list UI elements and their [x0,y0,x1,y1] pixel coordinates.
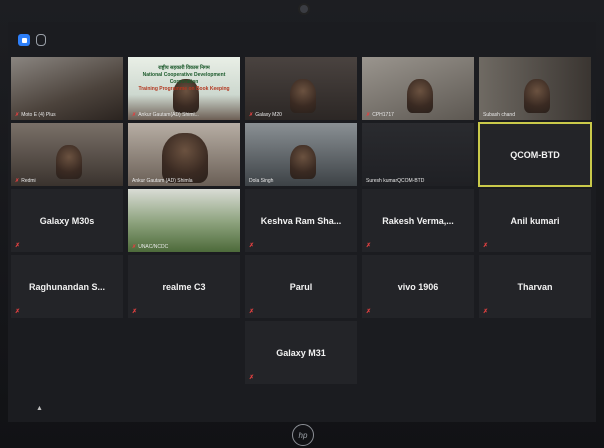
banner-line: Training Programme on Book Keeping [138,86,230,92]
participant-tile[interactable]: Raghunandan S... ✗ [10,254,124,319]
muted-mic-icon: ✗ [132,244,137,250]
participant-label: ✗ UNAC/NCDC [132,244,168,250]
participant-tile[interactable]: Dola Singh [244,122,358,187]
participant-tile[interactable]: ✗ UNAC/NCDC [127,188,241,253]
muted-mic-icon: ✗ [249,309,255,315]
participant-tile[interactable]: vivo 1906 ✗ [361,254,475,319]
participant-tile[interactable]: ✗ Redmi [10,122,124,187]
participant-label: ✗ Redmi [15,178,36,184]
muted-mic-icon: ✗ [15,309,21,315]
participant-label: ✗ CPH1717 [366,112,394,118]
top-controls [18,34,46,46]
banner-line: राष्ट्रीय सहकारी विकास निगम [158,65,210,71]
laptop-bezel: ✗ Moto E (4) Plus राष्ट्रीय सहकारी विकास न… [0,0,604,448]
muted-mic-icon: ✗ [366,112,371,118]
participant-label-text: Subash chand [483,112,515,118]
muted-mic-icon: ✗ [249,243,255,249]
meeting-screen: ✗ Moto E (4) Plus राष्ट्रीय सहकारी विकास न… [8,22,596,422]
participant-label: Suresh kumarQCOM-BTD [366,178,424,184]
participant-video [245,123,357,186]
participant-video [128,123,240,186]
participant-label-text: Ankur Gautam (AD) Shimla [132,178,193,184]
mouse-cursor: ▲ [36,405,43,412]
participant-tile[interactable]: ✗ CPH1717 [361,56,475,121]
participant-name: Tharvan [517,281,553,292]
participant-label: Ankur Gautam (AD) Shimla [132,178,193,184]
participant-figure [56,145,82,179]
muted-mic-icon: ✗ [132,112,137,118]
muted-mic-icon: ✗ [366,309,372,315]
banner: राष्ट्रीय सहकारी विकास निगम National Coop… [136,65,232,93]
participant-name: Anil kumari [510,215,560,226]
participant-name: Raghunandan S... [28,281,105,292]
participant-figure [290,145,316,179]
participant-video [362,123,474,186]
muted-mic-icon: ✗ [366,243,372,249]
participant-label-text: Redmi [21,178,36,184]
participant-name: realme C3 [162,281,206,292]
participant-label-text: UNAC/NCDC [138,244,169,250]
participant-label-text: Moto E (4) Plus [21,112,56,118]
participant-tile[interactable]: राष्ट्रीय सहकारी विकास निगम National Coop… [127,56,241,121]
participant-tile[interactable]: Keshva Ram Sha... ✗ [244,188,358,253]
participant-name: vivo 1906 [397,281,439,292]
muted-mic-icon: ✗ [483,243,489,249]
participant-label: ✗ Galaxy M20 [249,112,282,118]
participant-name: Parul [289,281,313,292]
participant-name: Rakesh Verma,... [382,215,454,226]
participant-tile[interactable]: Galaxy M30s ✗ [10,188,124,253]
participant-tile[interactable]: QCOM-BTD [478,122,592,187]
participant-video [11,123,123,186]
muted-mic-icon: ✗ [249,112,254,118]
participant-tile[interactable]: ✗ Moto E (4) Plus [10,56,124,121]
participant-name: Keshva Ram Sha... [260,215,342,226]
muted-mic-icon: ✗ [15,243,21,249]
participant-name: QCOM-BTD [510,149,560,160]
participant-label: ✗ Ankur Gautam(AD) Shiml... [132,112,199,118]
participant-video [11,57,123,120]
participant-tile[interactable]: Tharvan ✗ [478,254,592,319]
muted-mic-icon: ✗ [132,309,138,315]
participant-label-text: Suresh kumarQCOM-BTD [366,178,425,184]
hp-logo-icon: hp [292,424,314,446]
participant-tile[interactable]: Anil kumari ✗ [478,188,592,253]
participant-figure [524,79,550,113]
muted-mic-icon: ✗ [15,178,20,184]
participant-figure [162,133,208,183]
participant-tile[interactable]: realme C3 ✗ [127,254,241,319]
participant-tile[interactable]: Suresh kumarQCOM-BTD [361,122,475,187]
participant-video [362,57,474,120]
participant-video [245,57,357,120]
participant-name: Galaxy M30s [39,215,95,226]
banner-line: National Cooperative Development Corpora… [142,72,226,85]
participant-label-text: CPH1717 [372,112,394,118]
participant-tile[interactable]: Parul ✗ [244,254,358,319]
muted-mic-icon: ✗ [249,375,255,381]
participant-figure [407,79,433,113]
participant-video [128,189,240,252]
security-shield-icon[interactable] [18,34,30,46]
participant-label-text: Ankur Gautam(AD) Shiml... [138,112,199,118]
muted-mic-icon: ✗ [15,112,20,118]
participant-name: Galaxy M31 [276,347,326,358]
participant-tile[interactable]: Subash chand [478,56,592,121]
participant-tile[interactable]: Galaxy M31 ✗ [244,320,358,385]
participant-label: Dola Singh [249,178,273,184]
microphone-status-icon [36,34,46,46]
participant-video: राष्ट्रीय सहकारी विकास निगम National Coop… [128,57,240,120]
participant-video [479,57,591,120]
participant-tile[interactable]: Ankur Gautam (AD) Shimla [127,122,241,187]
participant-label: ✗ Moto E (4) Plus [15,112,56,118]
participant-tile[interactable]: Rakesh Verma,... ✗ [361,188,475,253]
participant-label-text: Galaxy M20 [255,112,282,118]
webcam [300,5,308,13]
participant-tile[interactable]: ✗ Galaxy M20 [244,56,358,121]
participant-label: Subash chand [483,112,515,118]
muted-mic-icon: ✗ [483,309,489,315]
participant-figure [290,79,316,113]
participant-label-text: Dola Singh [249,178,274,184]
